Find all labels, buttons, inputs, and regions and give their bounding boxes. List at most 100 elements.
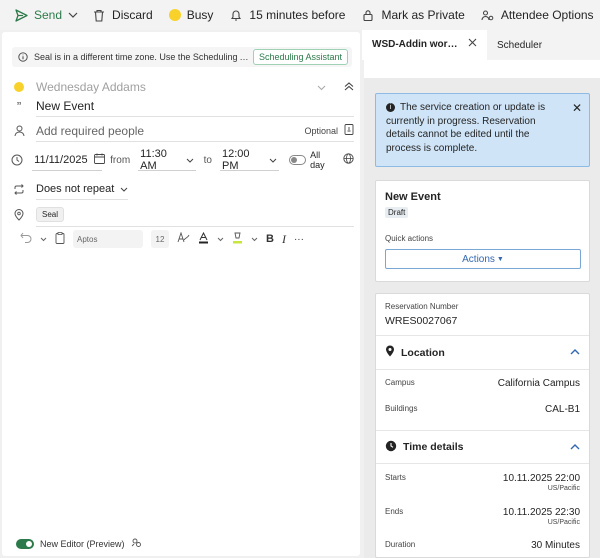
duration-label: Duration <box>385 540 416 549</box>
progress-notice: i The service creation or update is curre… <box>375 93 590 167</box>
to-label: to <box>203 154 212 166</box>
formatting-toolbar: Aptos 12 B I ··· <box>20 229 340 249</box>
organizer-status-icon <box>14 82 24 92</box>
busy-status-icon <box>168 9 181 21</box>
reservation-number-value: WRES0027067 <box>385 315 458 327</box>
location-heading: Location <box>401 346 445 359</box>
repeat-dropdown[interactable]: Does not repeat <box>36 178 128 200</box>
clipboard-icon[interactable] <box>55 231 65 247</box>
attendee-options-label: Attendee Options <box>500 8 594 22</box>
editor-feedback-icon[interactable] <box>131 537 142 550</box>
reminder-label: 15 minutes before <box>249 8 346 22</box>
organizer-name: Wednesday Addams <box>36 80 146 94</box>
tab-wsd-addin-label: WSD-Addin workplace <box>372 38 462 50</box>
campus-label: Campus <box>385 378 415 387</box>
clock-icon <box>385 440 397 455</box>
editor-footer: New Editor (Preview) <box>16 537 142 550</box>
reservation-details-card: Reservation Number WRES0027067 Location … <box>375 293 590 558</box>
highlight-icon[interactable] <box>232 232 243 247</box>
send-label: Send <box>34 8 63 22</box>
tab-wsd-addin[interactable]: WSD-Addin workplace <box>362 30 487 60</box>
trash-icon <box>92 8 106 22</box>
reservation-section: Reservation Number WRES0027067 <box>376 294 589 336</box>
end-time-picker[interactable]: 12:00 PM <box>219 148 280 172</box>
font-size-dropdown[interactable]: 12 <box>151 230 169 248</box>
start-time-picker[interactable]: 11:30 AM <box>138 148 196 172</box>
scheduling-assistant-button[interactable]: Scheduling Assistant <box>252 49 348 65</box>
collapse-icon[interactable] <box>344 80 354 94</box>
actions-button[interactable]: Actions ▼ <box>385 249 581 269</box>
start-date-picker[interactable]: 11/11/2025 <box>32 149 105 171</box>
attendee-options-button[interactable]: Attendee Options <box>473 0 600 30</box>
organizer-chevron-icon[interactable] <box>317 80 326 94</box>
addin-tabs: WSD-Addin workplace Scheduler <box>362 30 600 60</box>
starts-value-block: 10.11.2025 22:00 US/Pacific <box>503 473 580 492</box>
time-details-heading: Time details <box>403 441 464 453</box>
duration-row: Duration 30 Minutes <box>376 532 589 552</box>
mark-private-button[interactable]: Mark as Private <box>353 0 472 30</box>
close-icon[interactable] <box>468 38 477 50</box>
buildings-row: Buildings CAL-B1 <box>376 396 589 430</box>
title-value: New Event <box>36 98 95 113</box>
calendar-icon[interactable] <box>93 153 105 167</box>
italic-icon[interactable]: I <box>282 232 286 247</box>
send-button[interactable]: Send <box>6 0 66 30</box>
attendees-input[interactable]: Add required people Optional <box>36 120 354 142</box>
new-editor-toggle[interactable] <box>16 538 34 549</box>
people-settings-icon <box>481 8 495 22</box>
bold-icon[interactable]: B <box>266 233 274 245</box>
addin-panel: i The service creation or update is curre… <box>364 60 600 558</box>
undo-icon[interactable] <box>20 232 32 246</box>
undo-chevron-icon[interactable] <box>40 234 47 245</box>
mark-private-label: Mark as Private <box>381 8 465 22</box>
reservation-number-label: Reservation Number <box>385 302 459 311</box>
quick-actions-label: Quick actions <box>385 234 434 243</box>
send-icon <box>14 8 28 22</box>
timezone-globe-icon[interactable] <box>343 153 354 167</box>
repeat-value: Does not repeat <box>36 182 115 195</box>
tab-scheduler[interactable]: Scheduler <box>487 30 552 60</box>
campus-row: Campus California Campus <box>376 370 589 396</box>
info-icon: i <box>386 103 395 112</box>
close-icon[interactable]: ✕ <box>572 100 582 116</box>
busy-status-button[interactable]: Busy <box>161 0 222 30</box>
person-icon <box>10 125 28 137</box>
font-color-icon[interactable] <box>198 231 209 247</box>
duration-value: 30 Minutes <box>531 540 580 551</box>
event-title: New Event <box>385 191 441 203</box>
font-family-dropdown[interactable]: Aptos <box>73 230 143 248</box>
title-row: ” New Event <box>10 95 354 117</box>
more-formatting-icon[interactable]: ··· <box>294 234 304 245</box>
panel-header-strip <box>364 60 600 78</box>
ends-timezone: US/Pacific <box>547 519 580 526</box>
chevron-up-icon[interactable] <box>570 442 580 453</box>
optional-attendees-link[interactable]: Optional <box>304 126 338 136</box>
event-card: New Event Draft Quick actions Actions ▼ <box>375 180 590 282</box>
reminder-button[interactable]: 15 minutes before <box>221 0 353 30</box>
location-section-header[interactable]: Location <box>376 336 589 370</box>
font-color-chevron-icon[interactable] <box>217 234 224 245</box>
ends-row: Ends 10.11.2025 22:30 US/Pacific <box>376 498 589 532</box>
chevron-up-icon[interactable] <box>570 347 580 358</box>
time-details-section-header[interactable]: Time details <box>376 430 589 464</box>
title-input[interactable]: New Event <box>36 95 354 117</box>
address-book-icon[interactable] <box>344 123 354 138</box>
caret-down-icon: ▼ <box>496 255 504 263</box>
location-pin-icon <box>385 345 395 360</box>
end-time-chevron-icon <box>269 154 277 166</box>
starts-row: Starts 10.11.2025 22:00 US/Pacific <box>376 464 589 498</box>
all-day-toggle[interactable] <box>289 155 307 165</box>
campus-value: California Campus <box>497 378 580 389</box>
send-options-chevron-icon[interactable] <box>66 0 84 30</box>
location-chip[interactable]: Seal <box>36 207 65 222</box>
highlight-chevron-icon[interactable] <box>251 234 258 245</box>
location-pin-icon <box>10 209 28 221</box>
discard-label: Discard <box>112 8 153 22</box>
text-style-icon[interactable] <box>177 231 190 246</box>
location-input[interactable]: Seal <box>36 203 354 227</box>
discard-button[interactable]: Discard <box>84 0 161 30</box>
location-row: Seal <box>10 203 354 227</box>
start-time-chevron-icon <box>186 154 194 166</box>
attendees-placeholder: Add required people <box>36 123 145 138</box>
busy-label: Busy <box>186 8 214 22</box>
